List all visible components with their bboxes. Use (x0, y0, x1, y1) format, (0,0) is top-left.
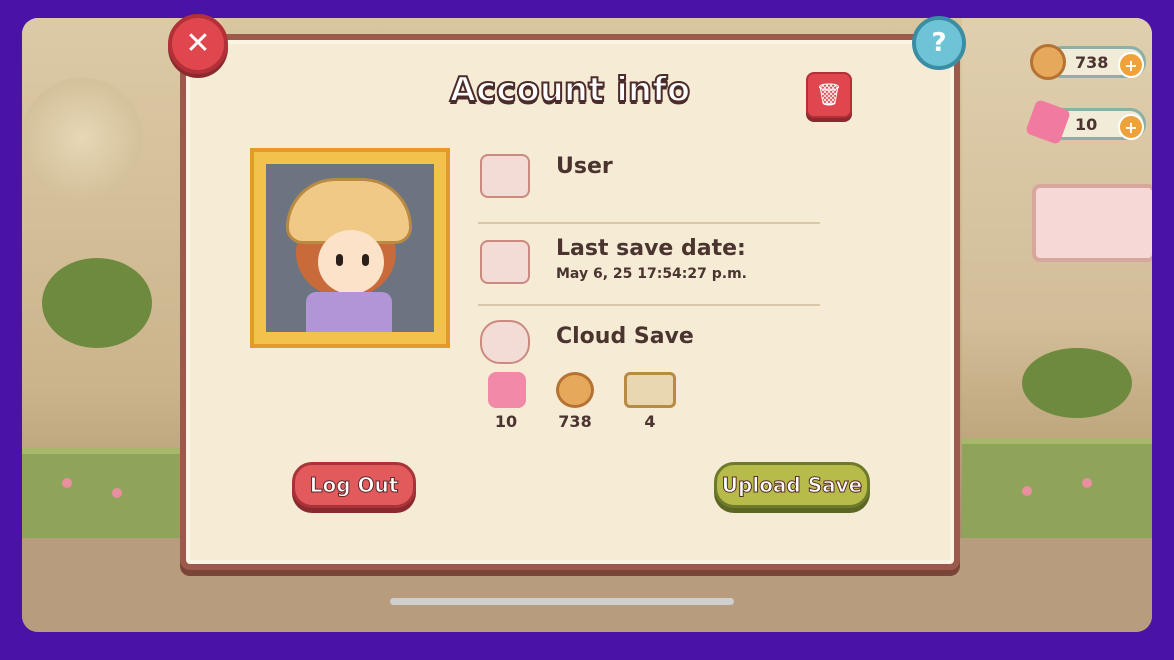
trash-icon: 🗑 (815, 82, 843, 108)
gem-count: 10 (1075, 114, 1098, 134)
cloud-save-label: Cloud Save (556, 324, 694, 349)
flower-decoration (62, 478, 72, 488)
help-button[interactable]: ? (912, 16, 966, 70)
avatar-face (318, 230, 384, 294)
user-label: User (556, 154, 613, 179)
cloud-gem-count: 10 (494, 412, 518, 431)
button-coin-icon (1030, 44, 1066, 80)
cloud-icon (480, 320, 530, 364)
last-save-date: May 6, 25 17:54:27 p.m. (556, 266, 748, 282)
close-icon: ✕ (185, 26, 211, 61)
bush-decoration (42, 258, 152, 348)
add-gems-button[interactable]: + (1118, 114, 1144, 140)
panel-title: Account info (449, 69, 692, 111)
map-icon (624, 372, 676, 408)
question-icon: ? (931, 28, 947, 58)
calendar-icon (480, 240, 530, 284)
coin-count: 738 (1075, 52, 1109, 72)
cloud-coin-count: 738 (558, 412, 592, 431)
delete-button[interactable]: 🗑 (806, 72, 852, 118)
flower-decoration (112, 488, 122, 498)
user-icon (480, 154, 530, 198)
divider (478, 304, 820, 306)
last-save-label: Last save date: (556, 236, 746, 261)
divider (478, 222, 820, 224)
cloud-map-count: 4 (644, 412, 656, 431)
home-indicator[interactable] (390, 598, 734, 605)
close-button[interactable]: ✕ (168, 14, 228, 74)
grass-right (962, 438, 1152, 544)
avatar-eye (336, 254, 343, 266)
gem-icon (488, 372, 526, 408)
avatar (266, 164, 434, 332)
flower-decoration (1082, 478, 1092, 488)
flower-decoration (1022, 486, 1032, 496)
bush-decoration (1022, 348, 1132, 418)
add-coins-button[interactable]: + (1118, 52, 1144, 78)
mailbox-sign[interactable] (1032, 184, 1152, 262)
avatar-eye (362, 254, 369, 266)
upload-save-button[interactable]: Upload Save (714, 462, 870, 508)
avatar-shirt (306, 292, 392, 332)
avatar-frame (250, 148, 450, 348)
button-coin-icon (556, 372, 594, 408)
log-out-button[interactable]: Log Out (292, 462, 416, 508)
